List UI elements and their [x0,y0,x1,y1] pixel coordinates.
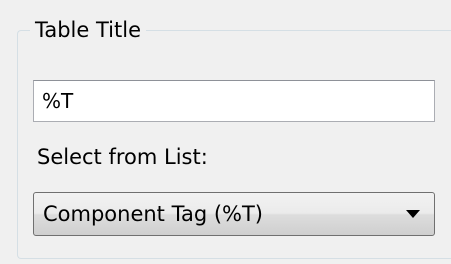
select-from-list-label: Select from List: [37,145,208,169]
title-source-dropdown[interactable]: Component Tag (%T) [33,192,435,236]
dropdown-selected-value: Component Tag (%T) [43,202,263,226]
chevron-down-icon[interactable] [406,210,420,218]
table-title-input[interactable] [33,80,435,122]
groupbox-legend: Table Title [30,17,146,43]
